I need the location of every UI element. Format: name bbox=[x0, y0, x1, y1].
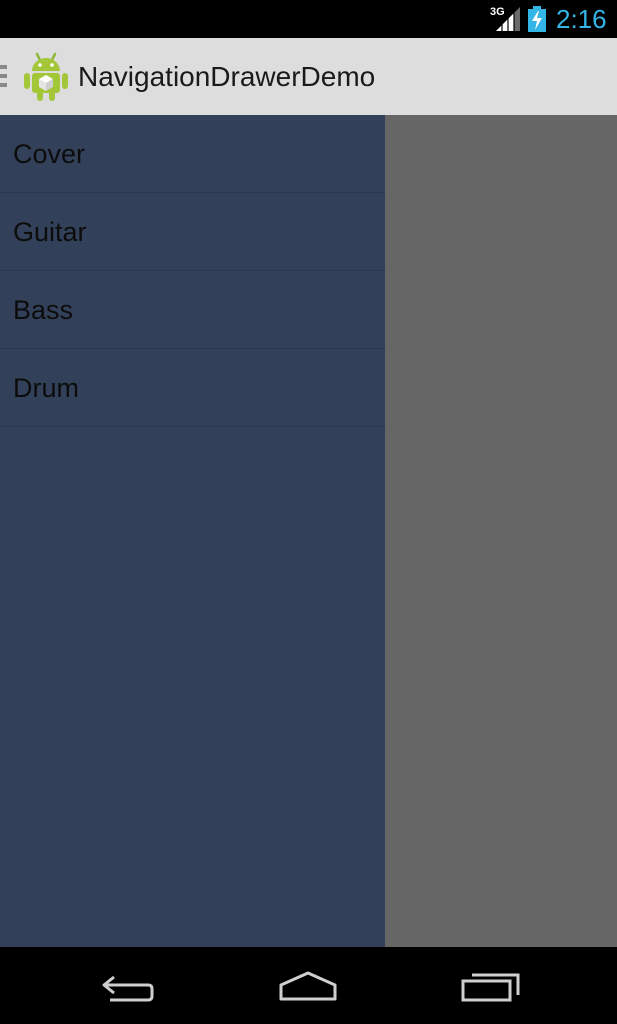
home-icon[interactable] bbox=[268, 965, 348, 1005]
drawer-item-label: Bass bbox=[13, 295, 74, 325]
drawer-item-label: Drum bbox=[13, 373, 79, 403]
battery-charging-icon bbox=[528, 6, 546, 32]
network-type-label: 3G bbox=[490, 6, 505, 18]
app-title: NavigationDrawerDemo bbox=[78, 61, 376, 92]
action-bar: NavigationDrawerDemo bbox=[0, 38, 617, 115]
status-clock: 2:16 bbox=[556, 4, 607, 34]
drawer-item-cover[interactable]: Cover bbox=[0, 115, 385, 193]
status-bar: 3G 2:16 bbox=[0, 0, 617, 38]
navigation-drawer: Cover Guitar Bass Drum bbox=[0, 115, 385, 947]
android-robot-icon[interactable] bbox=[22, 50, 70, 102]
recent-apps-icon[interactable] bbox=[450, 965, 530, 1005]
drawer-item-label: Guitar bbox=[13, 217, 87, 247]
drawer-indicator-icon[interactable] bbox=[0, 65, 8, 87]
device-screen: 3G 2:16 NavigationDrawerDemo Cover Guita… bbox=[0, 0, 617, 1024]
system-nav-bar bbox=[0, 947, 617, 1024]
back-icon[interactable] bbox=[88, 965, 168, 1005]
signal-strength-icon: 3G bbox=[490, 6, 520, 31]
drawer-item-guitar[interactable]: Guitar bbox=[0, 193, 385, 271]
drawer-item-bass[interactable]: Bass bbox=[0, 271, 385, 349]
drawer-item-label: Cover bbox=[13, 139, 86, 169]
drawer-item-drum[interactable]: Drum bbox=[0, 349, 385, 427]
